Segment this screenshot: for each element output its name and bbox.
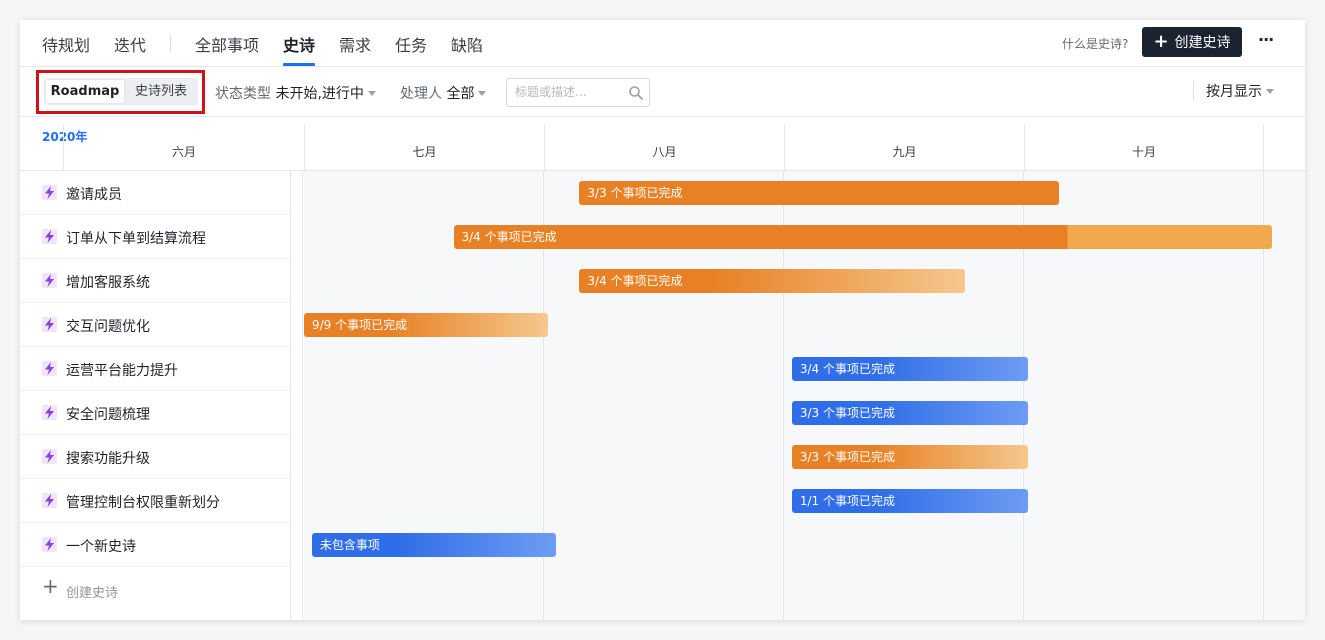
month-label: 七月 [412, 145, 437, 159]
assignee-label: 处理人 [400, 86, 442, 102]
epic-bar[interactable]: 3/4 个事项已完成 [453, 225, 1272, 249]
epic-row[interactable]: 邀请成员 [20, 171, 290, 215]
epic-row[interactable]: 一个新史诗 [20, 523, 290, 567]
lightning-icon [42, 493, 57, 508]
epic-name[interactable]: 一个新史诗 [66, 536, 136, 556]
lightning-icon [42, 229, 57, 244]
epic-row[interactable]: 订单从下单到结算流程 [20, 215, 290, 259]
epic-row[interactable]: 搜索功能升级 [20, 435, 290, 479]
epic-name[interactable]: 邀请成员 [66, 184, 122, 204]
lightning-icon [42, 405, 57, 420]
epic-row[interactable]: 安全问题梳理 [20, 391, 290, 435]
create-epic-label: 创建史诗 [1174, 35, 1231, 51]
more-options-icon[interactable]: ··· [1258, 30, 1278, 54]
month-header-oct: 十月 [1024, 124, 1264, 170]
epic-bar[interactable]: 1/1 个事项已完成 [791, 489, 1028, 513]
active-tab-indicator [283, 63, 315, 66]
epic-bar[interactable]: 9/9 个事项已完成 [304, 313, 548, 337]
month-header-jul: 七月 [304, 124, 544, 170]
panel-splitter[interactable] [290, 171, 303, 620]
epic-name[interactable]: 搜索功能升级 [66, 448, 150, 468]
view-switcher: Roadmap 史诗列表 [44, 78, 198, 105]
nav-separator [170, 34, 171, 52]
chevron-down-icon [478, 91, 487, 96]
epic-name[interactable]: 运营平台能力提升 [66, 360, 178, 380]
epic-bar[interactable]: 3/4 个事项已完成 [579, 269, 965, 293]
epic-list: + 创建史诗 邀请成员订单从下单到结算流程 增加客服系统 交互问题优化运营平台能力提… [20, 171, 290, 620]
lightning-icon [42, 317, 57, 332]
lightning-icon [42, 449, 57, 464]
tab-all-items[interactable]: 全部事项 [195, 32, 259, 56]
chevron-down-icon [1266, 89, 1274, 94]
epic-bar[interactable]: 3/3 个事项已完成 [791, 401, 1028, 425]
lightning-icon [42, 273, 57, 288]
epic-name[interactable]: 增加客服系统 [66, 272, 150, 292]
search-icon[interactable] [628, 85, 644, 101]
tab-backlog[interactable]: 待规划 [42, 32, 90, 56]
epic-bar[interactable]: 3/3 个事项已完成 [579, 181, 1060, 205]
epic-name[interactable]: 安全问题梳理 [66, 404, 150, 424]
month-header-sep: 九月 [784, 124, 1024, 170]
add-epic-label: 创建史诗 [66, 586, 119, 601]
epic-row[interactable]: 管理控制台权限重新划分 [20, 479, 290, 523]
filter-bar: Roadmap 史诗列表 状态类型 未开始,进行中 处理人 全部 按月显示 [20, 67, 1305, 117]
lightning-icon [42, 185, 57, 200]
chevron-down-icon [367, 91, 376, 96]
status-type-filter[interactable]: 状态类型 未开始,进行中 [215, 83, 376, 103]
tab-requirements[interactable]: 需求 [339, 32, 371, 56]
create-epic-button[interactable]: + 创建史诗 [1142, 27, 1242, 57]
view-epic-list[interactable]: 史诗列表 [126, 80, 196, 103]
month-label: 十月 [1131, 145, 1156, 159]
epic-roadmap-panel: 待规划 迭代 全部事项 史诗 需求 任务 缺陷 什么是史诗? + 创建史诗 ··… [20, 20, 1305, 620]
status-type-label: 状态类型 [215, 86, 271, 102]
view-roadmap[interactable]: Roadmap [46, 80, 124, 103]
epic-row[interactable]: 交互问题优化 [20, 303, 290, 347]
lightning-icon [42, 361, 57, 376]
month-label: 六月 [171, 145, 196, 159]
month-header-aug: 八月 [544, 124, 784, 170]
assignee-value: 全部 [446, 86, 475, 102]
epic-bar[interactable]: 3/3 个事项已完成 [791, 445, 1028, 469]
plus-icon: + [1153, 31, 1169, 52]
status-type-value: 未开始,进行中 [275, 86, 364, 102]
lightning-icon [42, 537, 57, 552]
epic-name[interactable]: 管理控制台权限重新划分 [66, 492, 220, 512]
epic-bar[interactable]: 3/4 个事项已完成 [791, 357, 1028, 381]
add-epic-row[interactable]: + 创建史诗 [20, 567, 290, 611]
epic-bar[interactable]: 未包含事项 [311, 533, 556, 557]
top-nav: 待规划 迭代 全部事项 史诗 需求 任务 缺陷 什么是史诗? + 创建史诗 ··… [20, 20, 1305, 67]
display-mode-value: 按月显示 [1206, 84, 1262, 100]
gantt-grid: 3/3 个事项已完成 3/4 个事项已完成 3/4 个事项已完成 9/9 个事项已完成… [304, 171, 1305, 620]
tab-iterations[interactable]: 迭代 [114, 32, 146, 56]
epic-name[interactable]: 订单从下单到结算流程 [66, 228, 206, 248]
month-label: 九月 [892, 145, 917, 159]
tab-bugs[interactable]: 缺陷 [451, 32, 483, 56]
tab-tasks[interactable]: 任务 [395, 32, 427, 56]
assignee-filter[interactable]: 处理人 全部 [400, 83, 487, 103]
epic-row[interactable]: 运营平台能力提升 [20, 347, 290, 391]
plus-icon: + [42, 574, 59, 598]
what-is-epic-link[interactable]: 什么是史诗? [1062, 35, 1128, 52]
month-label: 八月 [652, 145, 677, 159]
display-mode-select[interactable]: 按月显示 [1193, 81, 1274, 101]
month-header-jun: 六月 [63, 124, 304, 170]
search-box [506, 78, 650, 107]
tab-epics[interactable]: 史诗 [283, 32, 315, 56]
epic-row[interactable]: 增加客服系统 [20, 259, 290, 303]
epic-name[interactable]: 交互问题优化 [66, 316, 150, 336]
search-input[interactable] [515, 85, 620, 99]
